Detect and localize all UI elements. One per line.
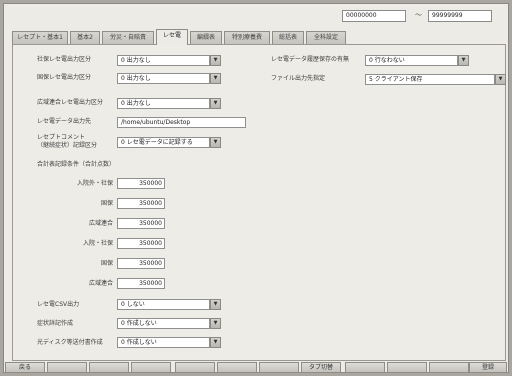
- disk-label: 光ディスク等送付書作成: [37, 339, 103, 346]
- history-dropdown-icon[interactable]: ▼: [458, 55, 469, 66]
- output-dest-label: レセ電データ出力先: [37, 118, 92, 125]
- nyuin-kouiki-label: 広域連合: [88, 280, 113, 287]
- fkey-6-button[interactable]: [217, 362, 257, 373]
- range-from-input[interactable]: 00000000: [342, 10, 406, 22]
- gairai-kouiki-label: 広域連合: [88, 220, 113, 227]
- history-select[interactable]: 0 行なわない: [365, 55, 458, 66]
- csv-label: レセ電CSV出力: [37, 301, 80, 308]
- fkey-11-button[interactable]: [429, 362, 469, 373]
- gairai-shaho-input[interactable]: 350000: [117, 178, 165, 189]
- tab-receipt-basic1[interactable]: レセプト・基本1: [12, 31, 68, 44]
- shaho-select[interactable]: 0 出力なし: [117, 55, 210, 66]
- shaho-label: 社保レセ電出力区分: [37, 56, 92, 63]
- tab-switch-button[interactable]: タブ切替: [301, 362, 341, 373]
- kouiki-select[interactable]: 0 出力なし: [117, 98, 210, 109]
- gairai-kouiki-input[interactable]: 350000: [117, 218, 165, 229]
- comment-dropdown-icon[interactable]: ▼: [210, 137, 221, 148]
- app-window: 00000000 〜 99999999 レセプト・基本1 基本2 労災・自賠責 …: [3, 3, 509, 373]
- tab-recden[interactable]: レセ電: [156, 29, 188, 45]
- tab-basic2[interactable]: 基本2: [70, 31, 100, 44]
- history-label: レセ電データ履歴保存の有無: [271, 56, 350, 63]
- tab-tokubetsu[interactable]: 特別療養費: [224, 31, 270, 44]
- fkey-7-button[interactable]: [259, 362, 299, 373]
- file-dest-select[interactable]: 5 クライアント保存: [365, 74, 495, 85]
- gairai-kokuho-input[interactable]: 350000: [117, 198, 165, 209]
- grant-label: 症状詳記作成: [37, 320, 74, 327]
- tab-zenka[interactable]: 全科設定: [306, 31, 346, 44]
- grant-select[interactable]: 0 作成しない: [117, 318, 210, 329]
- disk-dropdown-icon[interactable]: ▼: [210, 337, 221, 348]
- kouiki-label: 広域連合レセ電出力区分: [37, 99, 104, 106]
- kokuho-dropdown-icon[interactable]: ▼: [210, 73, 221, 84]
- comment-select[interactable]: 0 レセ電データに記録する: [117, 137, 210, 148]
- csv-select[interactable]: 0 しない: [117, 299, 210, 310]
- nyuin-shaho-label: 入院・社保: [82, 240, 113, 247]
- tab-bar: レセプト・基本1 基本2 労災・自賠責 レセ電 編綴表 特別療養費 総括表 全科…: [12, 29, 510, 45]
- file-dest-label: ファイル出力先指定: [271, 75, 326, 82]
- range-to-input[interactable]: 99999999: [428, 10, 492, 22]
- tab-rousai[interactable]: 労災・自賠責: [102, 31, 154, 44]
- nyuin-kokuho-label: 国保: [100, 260, 113, 267]
- fkey-5-button[interactable]: [175, 362, 215, 373]
- kouiki-dropdown-icon[interactable]: ▼: [210, 98, 221, 109]
- file-dest-dropdown-icon[interactable]: ▼: [495, 74, 506, 85]
- fkey-10-button[interactable]: [387, 362, 427, 373]
- register-button[interactable]: 登録: [469, 362, 507, 373]
- csv-dropdown-icon[interactable]: ▼: [210, 299, 221, 310]
- kokuho-select[interactable]: 0 出力なし: [117, 73, 210, 84]
- output-dest-input[interactable]: /home/ubuntu/Desktop: [117, 117, 246, 128]
- section-title: 合計表記録条件（合計点数）: [37, 161, 116, 168]
- nyuin-kouiki-input[interactable]: 350000: [117, 278, 165, 289]
- tab-soukatsu[interactable]: 総括表: [272, 31, 304, 44]
- comment-label-1: レセプトコメント: [37, 134, 86, 141]
- nyuin-kokuho-input[interactable]: 350000: [117, 258, 165, 269]
- settings-panel: 社保レセ電出力区分 0 出力なし ▼ 国保レセ電出力区分 0 出力なし ▼ 広域…: [12, 44, 506, 361]
- nyuin-shaho-input[interactable]: 350000: [117, 238, 165, 249]
- kokuho-label: 国保レセ電出力区分: [37, 74, 92, 81]
- disk-select[interactable]: 0 作成しない: [117, 337, 210, 348]
- gairai-kokuho-label: 国保: [100, 200, 113, 207]
- shaho-dropdown-icon[interactable]: ▼: [210, 55, 221, 66]
- fkey-3-button[interactable]: [89, 362, 129, 373]
- gairai-shaho-label: 入院外・社保: [76, 180, 113, 187]
- range-separator: 〜: [415, 11, 422, 19]
- tab-hentei[interactable]: 編綴表: [190, 31, 222, 44]
- comment-label-2: （継続症状）記録区分: [37, 142, 98, 149]
- back-button[interactable]: 戻る: [5, 362, 45, 373]
- fkey-9-button[interactable]: [345, 362, 385, 373]
- fkey-4-button[interactable]: [131, 362, 171, 373]
- fkey-2-button[interactable]: [47, 362, 87, 373]
- function-key-bar: 戻る タブ切替 登録: [3, 362, 509, 373]
- grant-dropdown-icon[interactable]: ▼: [210, 318, 221, 329]
